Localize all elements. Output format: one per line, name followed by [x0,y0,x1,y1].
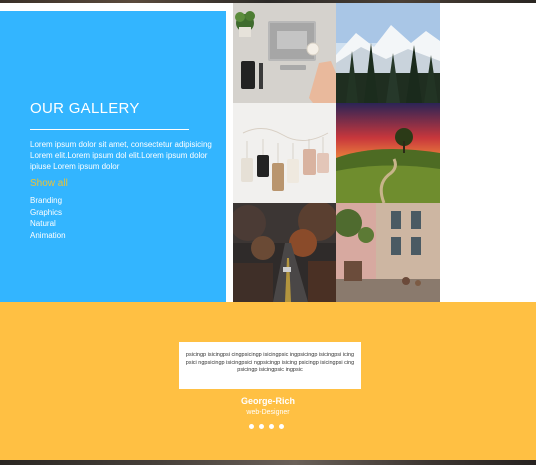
testimonial-dot[interactable] [269,424,274,429]
filter-animation[interactable]: Animation [30,230,66,242]
bottom-photo-strip [0,460,536,465]
sunset-hill-photo[interactable] [336,103,440,203]
hanging-tags-photo[interactable] [233,103,336,203]
testimonial-role: web-Designer [246,409,290,416]
street-houses-photo[interactable] [336,203,440,302]
gallery-info-panel: OUR GALLERY Lorem ipsum dolor sit amet, … [0,11,226,302]
testimonial-dot[interactable] [249,424,254,429]
testimonial-quote: psicingp isicingpsi cingpsicingp isicing… [179,342,361,389]
filter-branding[interactable]: Branding [30,195,66,207]
gallery-description: Lorem ipsum dolor sit amet, consectetur … [30,140,212,171]
title-divider [30,129,189,130]
snowy-mountains-photo[interactable] [336,3,440,103]
testimonial-dot[interactable] [259,424,264,429]
show-all-link[interactable]: Show all [30,178,68,189]
page: OUR GALLERY Lorem ipsum dolor sit amet, … [0,0,536,465]
testimonial-author: George-Rich [240,396,295,406]
laptop-desk-photo[interactable] [233,3,336,103]
testimonial-section: psicingp isicingpsi cingpsicingp isicing… [0,302,536,460]
filter-graphics[interactable]: Graphics [30,207,66,219]
autumn-road-photo[interactable] [233,203,336,302]
testimonial-pagination [249,424,284,430]
gallery-filter-list: Branding Graphics Natural Animation [30,195,66,241]
gallery-title: OUR GALLERY [30,100,140,117]
testimonial-dot[interactable] [279,424,284,429]
filter-natural[interactable]: Natural [30,218,66,230]
